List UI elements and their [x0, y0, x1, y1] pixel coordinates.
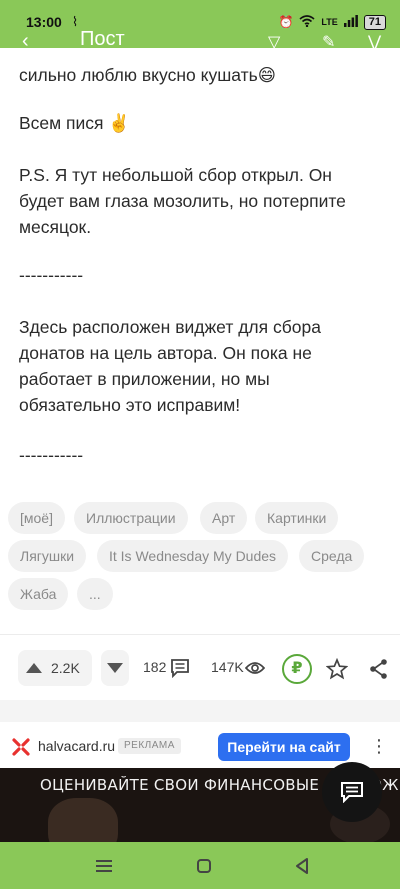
- page-title: Пост: [80, 28, 125, 48]
- back-icon[interactable]: [290, 854, 314, 878]
- halva-logo-icon: [12, 738, 30, 756]
- tag[interactable]: Картинки: [255, 502, 339, 534]
- ad-domain[interactable]: halvacard.ru: [38, 738, 115, 754]
- tag[interactable]: Лягушки: [8, 540, 87, 572]
- post-separator: -----------: [19, 445, 84, 465]
- upvote-button[interactable]: 2.2K: [18, 650, 92, 686]
- ad-header: halvacard.ru РЕКЛАМА Перейти на сайт ⋮: [0, 722, 400, 770]
- save-icon[interactable]: ▽: [268, 32, 288, 48]
- ad-badge: РЕКЛАМА: [118, 738, 181, 754]
- donation-widget-notice: Здесь расположен виджет для сбора донато…: [19, 317, 321, 415]
- ad-cta-button[interactable]: Перейти на сайт: [218, 733, 350, 761]
- menu-icon[interactable]: ⋁: [368, 32, 388, 48]
- upvote-arrow-icon: [26, 663, 42, 673]
- ad-image: [48, 798, 118, 842]
- section-gap: [0, 700, 400, 722]
- top-app-bar: 13:00 ⌇ ⏰ LTE 71 ‹ Пост ▽ ✎ ⋁: [0, 0, 400, 48]
- recent-apps-icon[interactable]: [92, 854, 116, 878]
- star-icon[interactable]: [326, 658, 348, 680]
- tag[interactable]: Арт: [200, 502, 248, 534]
- app-header: ‹ Пост ▽ ✎ ⋁: [0, 26, 400, 48]
- post-text-line: Всем пися ✌️: [19, 113, 131, 133]
- system-nav-bar: [0, 842, 400, 889]
- tag[interactable]: Среда: [299, 540, 365, 572]
- comments-count[interactable]: 182: [143, 659, 166, 675]
- downvote-button[interactable]: [101, 650, 129, 686]
- post-separator: -----------: [19, 265, 84, 285]
- back-arrow-icon[interactable]: ‹: [22, 30, 29, 48]
- home-icon[interactable]: [192, 854, 216, 878]
- donate-button[interactable]: ₽: [282, 654, 312, 684]
- tag[interactable]: Иллюстрации: [74, 502, 188, 534]
- downvote-arrow-icon: [107, 663, 123, 673]
- chat-icon: [341, 782, 363, 803]
- comments-icon[interactable]: [170, 658, 190, 678]
- tag[interactable]: Жаба: [8, 578, 69, 610]
- views-count: 147K: [211, 659, 244, 675]
- tag[interactable]: [моё]: [8, 502, 65, 534]
- tag[interactable]: It Is Wednesday My Dudes: [97, 540, 289, 572]
- eye-icon: [245, 662, 265, 674]
- comments-fab[interactable]: [322, 762, 382, 822]
- divider: [0, 634, 400, 635]
- edit-icon[interactable]: ✎: [322, 32, 342, 48]
- tag-more[interactable]: ...: [77, 578, 113, 610]
- share-icon[interactable]: [369, 658, 389, 680]
- post-text-line: сильно люблю вкусно кушать😄: [19, 65, 276, 85]
- more-vertical-icon[interactable]: ⋮: [370, 736, 388, 757]
- rating-count: 2.2K: [51, 660, 80, 676]
- post-text-paragraph: P.S. Я тут небольшой сбор открыл. Он буд…: [19, 165, 346, 237]
- post-actions: 2.2K 182 147K ₽: [0, 650, 400, 688]
